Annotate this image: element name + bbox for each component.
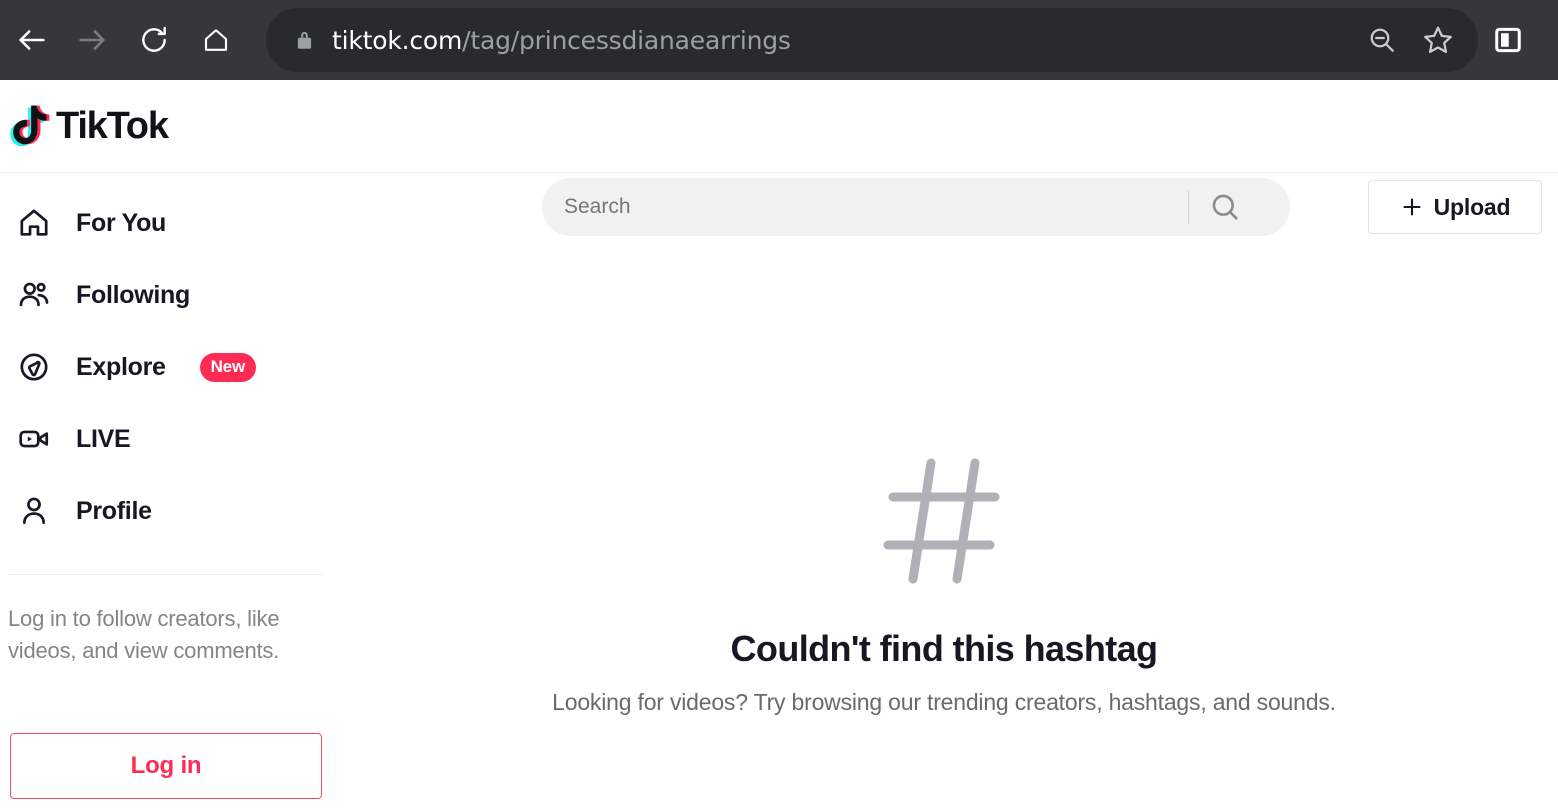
- sidebar-item-profile[interactable]: Profile: [0, 485, 330, 537]
- sidebar-navigation: For You Following Explore New LIVE Profi…: [0, 173, 330, 810]
- url-host: tiktok.com: [332, 25, 463, 55]
- browser-reload-button[interactable]: [130, 16, 178, 64]
- url-text: tiktok.com/tag/princessdianaearrings: [332, 26, 791, 55]
- browser-back-button[interactable]: [8, 16, 56, 64]
- sidebar-item-for-you[interactable]: For You: [0, 197, 330, 249]
- hashtag-icon: [879, 451, 1009, 596]
- sidebar-item-label: Explore: [76, 352, 166, 381]
- sidebar-divider: [10, 574, 322, 575]
- bookmark-star-icon[interactable]: [1410, 12, 1466, 68]
- zoom-out-icon[interactable]: [1354, 12, 1410, 68]
- browser-address-bar[interactable]: tiktok.com/tag/princessdianaearrings: [266, 8, 1478, 72]
- tiktok-logo[interactable]: TikTok: [8, 98, 169, 154]
- browser-forward-button[interactable]: [68, 16, 116, 64]
- sidebar-item-explore[interactable]: Explore New: [0, 341, 330, 393]
- sidebar-item-following[interactable]: Following: [0, 269, 330, 321]
- sidebar-item-label: Following: [76, 280, 190, 309]
- live-video-icon: [14, 422, 54, 456]
- home-icon: [14, 206, 54, 240]
- people-icon: [14, 278, 54, 312]
- side-panel-icon: [1495, 27, 1521, 53]
- status-badge-new: New: [199, 352, 256, 382]
- omnibox-actions: [1354, 12, 1478, 68]
- sidebar-item-label: For You: [76, 208, 167, 237]
- reload-icon: [142, 26, 166, 52]
- tiktok-header: TikTok Upload: [0, 80, 1558, 236]
- arrow-right-icon: [79, 30, 105, 50]
- sidebar-item-label: LIVE: [76, 424, 131, 453]
- page-title: Couldn't find this hashtag: [730, 628, 1159, 669]
- empty-state-subtitle: Looking for videos? Try browsing our tre…: [552, 689, 1336, 715]
- main-content: Couldn't find this hashtag Looking for v…: [330, 173, 1558, 810]
- login-button[interactable]: Log in: [10, 733, 322, 799]
- login-prompt-text: Log in to follow creators, like videos, …: [8, 606, 280, 663]
- browser-side-panel-button[interactable]: [1480, 8, 1536, 72]
- person-icon: [14, 494, 54, 528]
- home-icon: [204, 29, 228, 51]
- browser-home-button[interactable]: [192, 16, 240, 64]
- sidebar-item-live[interactable]: LIVE: [0, 413, 330, 465]
- browser-toolbar: tiktok.com/tag/princessdianaearrings: [0, 0, 1558, 80]
- lock-icon: [294, 29, 314, 51]
- tiktok-wordmark: TikTok: [56, 104, 169, 147]
- compass-icon: [14, 350, 54, 384]
- tiktok-note-icon: [10, 105, 50, 147]
- url-path: /tag/princessdianaearrings: [462, 25, 791, 55]
- arrow-left-icon: [19, 30, 45, 50]
- sidebar-item-label: Profile: [76, 496, 152, 525]
